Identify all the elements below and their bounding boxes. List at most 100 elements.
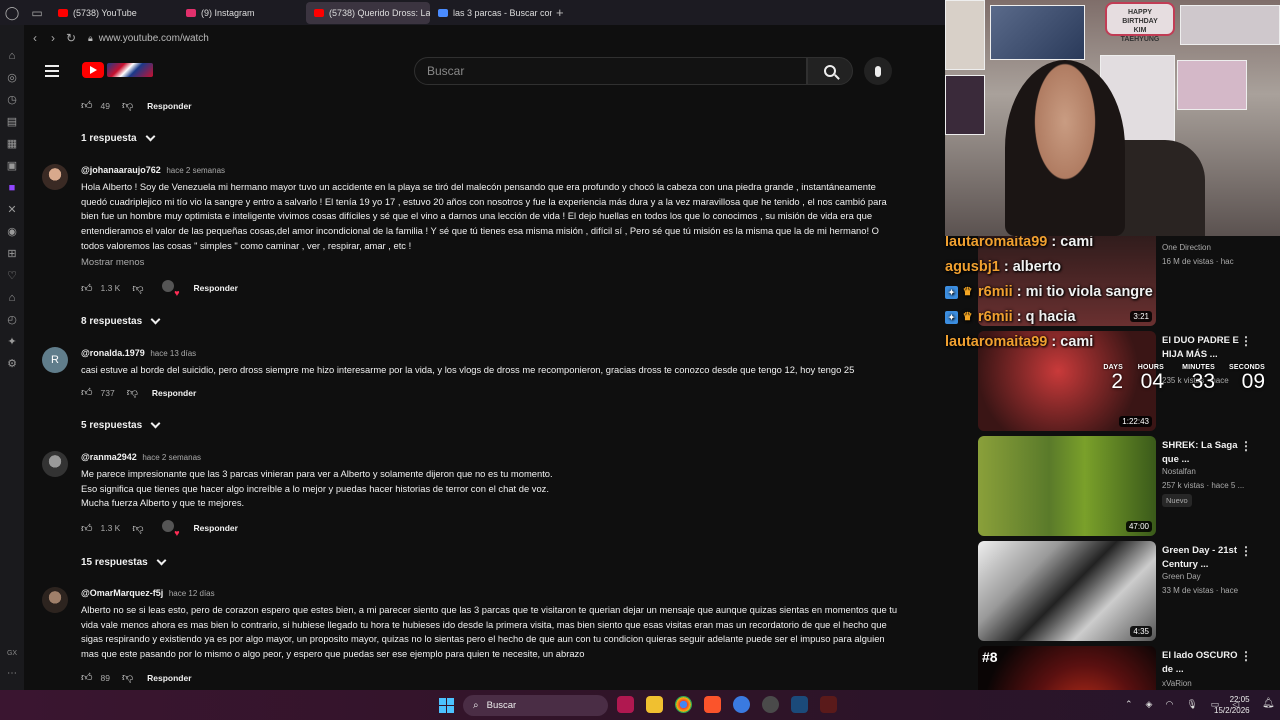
like-icon[interactable]: 👍︎ bbox=[81, 671, 93, 684]
voice-search-button[interactable] bbox=[864, 57, 892, 85]
avatar[interactable] bbox=[42, 587, 68, 613]
wifi-icon[interactable]: ◠ bbox=[1165, 699, 1173, 710]
reply-button[interactable]: Responder bbox=[147, 673, 191, 683]
chevron-up-icon[interactable]: ⌃ bbox=[1125, 699, 1133, 710]
comment-author[interactable]: @johanaaraujo762 bbox=[81, 165, 161, 175]
x-icon[interactable]: ✕ bbox=[5, 203, 19, 217]
new-tab-icon[interactable]: + bbox=[556, 5, 564, 20]
dislike-icon[interactable]: 👎︎ bbox=[127, 386, 138, 399]
tab-overview-icon[interactable]: ▭ bbox=[24, 6, 50, 20]
home-icon[interactable]: ⌂ bbox=[5, 49, 19, 63]
search-button[interactable] bbox=[807, 57, 853, 85]
video-thumbnail[interactable]: 47:00 bbox=[978, 436, 1156, 536]
like-icon[interactable]: 👍︎ bbox=[81, 99, 93, 112]
history-icon[interactable]: ◴ bbox=[5, 313, 19, 327]
video-menu-icon[interactable]: ⋮ bbox=[1240, 544, 1252, 558]
video-title[interactable]: Green Day - 21st Century ... bbox=[1162, 544, 1242, 572]
replies-toggle[interactable]: 15 respuestas bbox=[81, 555, 167, 568]
video-thumbnail[interactable]: #8 bbox=[978, 646, 1156, 690]
comment-time[interactable]: hace 12 días bbox=[169, 589, 215, 598]
show-less-button[interactable]: Mostrar menos bbox=[81, 257, 144, 268]
taskbar-search[interactable]: ⌕ Buscar bbox=[463, 695, 608, 716]
twitch-icon[interactable]: ■ bbox=[5, 181, 19, 195]
channel-name[interactable]: Nostalfan bbox=[1162, 467, 1196, 476]
speed-icon[interactable]: ◷ bbox=[5, 93, 19, 107]
extensions-icon[interactable]: ✦ bbox=[5, 335, 19, 349]
like-icon[interactable]: 👍︎ bbox=[81, 522, 93, 535]
menu-icon[interactable] bbox=[45, 65, 59, 77]
avatar[interactable] bbox=[42, 164, 68, 190]
dislike-icon[interactable]: 👎︎ bbox=[122, 671, 133, 684]
microphone-tray-icon[interactable]: 🎙︎ bbox=[1186, 699, 1197, 710]
settings-icon[interactable]: ⚙ bbox=[5, 357, 19, 371]
dislike-icon[interactable]: 👎︎ bbox=[122, 99, 133, 112]
video-title[interactable]: El lado OSCURO de ... bbox=[1162, 649, 1242, 677]
reply-button[interactable]: Responder bbox=[152, 388, 196, 398]
comment-author[interactable]: @ronalda.1979 bbox=[81, 348, 145, 358]
suggested-video[interactable]: 4:35 Green Day - 21st Century ... Green … bbox=[978, 541, 1268, 641]
gx-icon[interactable]: GX bbox=[5, 647, 19, 661]
like-icon[interactable]: 👍︎ bbox=[81, 386, 93, 399]
like-icon[interactable]: 👍︎ bbox=[81, 282, 93, 295]
dislike-icon[interactable]: 👎︎ bbox=[132, 282, 143, 295]
video-menu-icon[interactable]: ⋮ bbox=[1240, 439, 1252, 453]
opera-gx-taskbar-icon[interactable] bbox=[617, 696, 634, 713]
avatar[interactable]: R bbox=[42, 347, 68, 373]
tray-app-icon[interactable]: ◈ bbox=[1146, 699, 1153, 710]
channel-name[interactable]: One Direction bbox=[1162, 243, 1211, 252]
search-input[interactable]: Buscar bbox=[414, 57, 807, 85]
comment-author[interactable]: @OmarMarquez-f5j bbox=[81, 588, 163, 598]
video-menu-icon[interactable]: ⋮ bbox=[1240, 649, 1252, 663]
forward-icon[interactable]: › bbox=[44, 31, 62, 45]
video-thumbnail[interactable]: 4:35 bbox=[978, 541, 1156, 641]
replies-toggle[interactable]: 8 respuestas bbox=[81, 314, 161, 327]
channel-name[interactable]: Green Day bbox=[1162, 572, 1201, 581]
avatar[interactable] bbox=[42, 451, 68, 477]
chrome-icon[interactable] bbox=[675, 696, 692, 713]
heart-icon[interactable]: ♡ bbox=[5, 269, 19, 283]
channel-name[interactable]: xVaRion bbox=[1162, 679, 1192, 688]
replies-toggle[interactable]: 5 respuestas bbox=[81, 418, 161, 431]
file-explorer-icon[interactable] bbox=[646, 696, 663, 713]
app-icon[interactable] bbox=[820, 696, 837, 713]
tab-instagram[interactable]: (9) Instagram bbox=[178, 2, 306, 24]
comment-author[interactable]: @ranma2942 bbox=[81, 452, 137, 462]
comment-time[interactable]: hace 2 semanas bbox=[142, 453, 201, 462]
windows-start-icon[interactable] bbox=[439, 698, 454, 713]
tab-querido-dross[interactable]: (5738) Querido Dross: La bbox=[306, 1, 430, 24]
controller-icon[interactable]: ◎ bbox=[5, 71, 19, 85]
bookmarks-icon[interactable]: ▤ bbox=[5, 115, 19, 129]
reply-button[interactable]: Responder bbox=[147, 101, 191, 111]
reply-button[interactable]: Responder bbox=[194, 523, 238, 533]
suggested-video[interactable]: 47:00 SHREK: La Saga que ... Nostalfan 2… bbox=[978, 436, 1268, 536]
reload-icon[interactable]: ↻ bbox=[62, 31, 80, 45]
apps-icon[interactable]: ⊞ bbox=[5, 247, 19, 261]
brave-icon[interactable] bbox=[704, 696, 721, 713]
youtube-doodle-flag[interactable] bbox=[107, 63, 153, 77]
comment-time[interactable]: hace 2 semanas bbox=[166, 166, 225, 175]
messenger-icon[interactable]: ▣ bbox=[5, 159, 19, 173]
obs-icon[interactable] bbox=[762, 696, 779, 713]
youtube-logo-icon[interactable] bbox=[82, 62, 104, 78]
dislike-icon[interactable]: 👎︎ bbox=[132, 522, 143, 535]
more-icon[interactable]: ⋯ bbox=[5, 667, 19, 681]
player-icon[interactable]: ◉ bbox=[5, 225, 19, 239]
ccleaner-icon[interactable] bbox=[733, 696, 750, 713]
taskbar-clock[interactable]: 22:05 15/2/2026 bbox=[1214, 694, 1250, 716]
suggested-video[interactable]: #8 El lado OSCURO de ... xVaRion ⋮ bbox=[978, 646, 1268, 690]
opera-gx-logo-icon[interactable]: ◯ bbox=[0, 0, 24, 25]
pin-icon[interactable]: ⌂ bbox=[5, 291, 19, 305]
news-icon[interactable]: ▦ bbox=[5, 137, 19, 151]
notification-bell-icon[interactable]: 🔔︎ bbox=[1262, 698, 1275, 709]
video-title[interactable]: SHREK: La Saga que ... bbox=[1162, 439, 1242, 467]
reply-button[interactable]: Responder bbox=[194, 283, 238, 293]
steam-icon[interactable] bbox=[791, 696, 808, 713]
video-title[interactable]: El DUO PADRE E HIJA MÁS ... bbox=[1162, 334, 1242, 362]
replies-toggle[interactable]: 1 respuesta bbox=[81, 131, 156, 144]
back-icon[interactable]: ‹ bbox=[26, 31, 44, 45]
url-field[interactable]: www.youtube.com/watch bbox=[99, 33, 209, 44]
video-menu-icon[interactable]: ⋮ bbox=[1240, 334, 1252, 348]
tab-search[interactable]: las 3 parcas - Buscar con bbox=[430, 2, 552, 24]
tab-youtube-home[interactable]: (5738) YouTube bbox=[50, 2, 178, 24]
comment-time[interactable]: hace 13 días bbox=[150, 349, 196, 358]
